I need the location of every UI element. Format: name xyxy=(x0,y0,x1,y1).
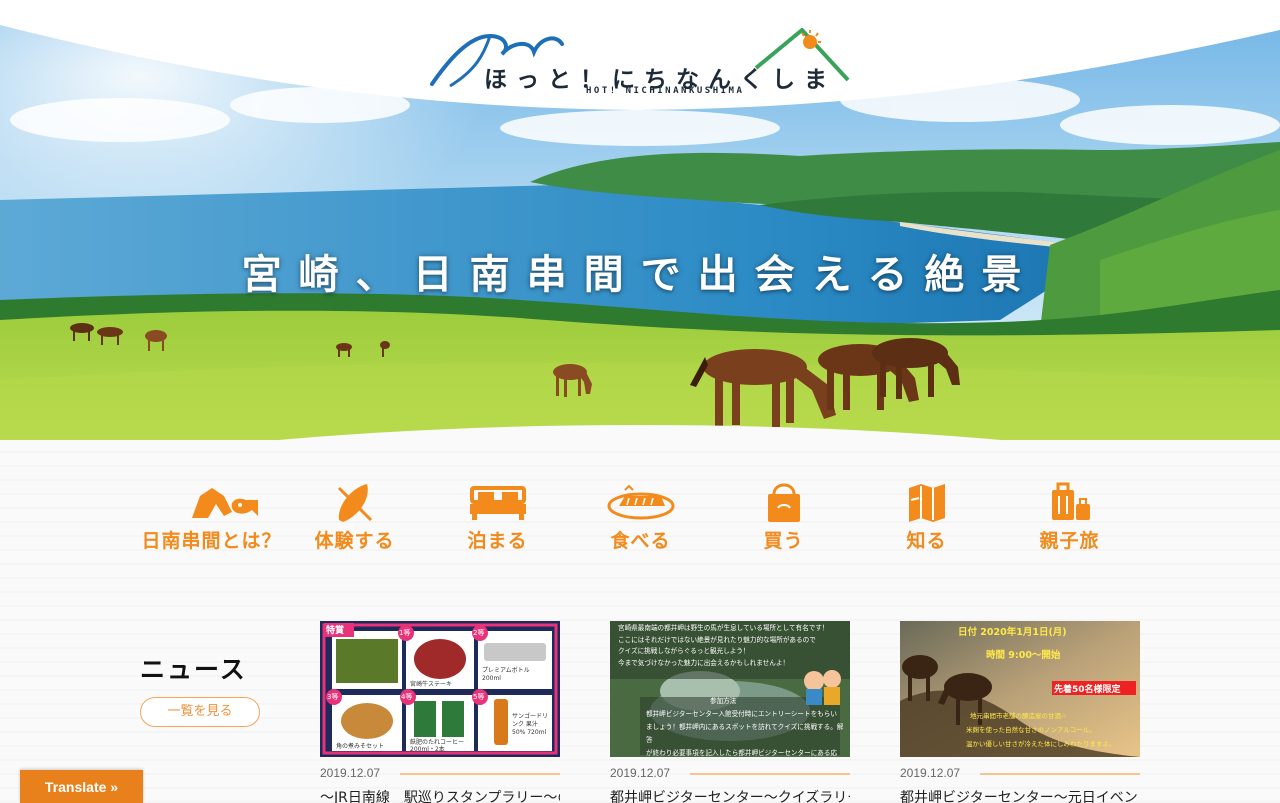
news-card[interactable]: 宮崎県最南端の都井岬は野生の馬が生息している場所として有名です！ ここにはそれだ… xyxy=(610,621,850,803)
divider xyxy=(690,773,850,775)
map-icon xyxy=(908,484,945,522)
thumb-caption: 飫肥のたれコーヒー 200ml・2本 xyxy=(410,739,465,753)
news-thumbnail: 宮崎県最南端の都井岬は野生の馬が生息している場所として有名です！ ここにはそれだ… xyxy=(610,621,850,757)
thumb-line: 都井岬ビジターセンター入館受付時にエントリーシートをもらい xyxy=(646,710,837,718)
news-date: 2019.12.07 xyxy=(610,766,671,780)
category-label: 泊まる xyxy=(467,530,528,552)
shopping-bag-icon xyxy=(767,483,800,522)
thumb-subheading: 参加方法 xyxy=(710,697,737,705)
hero-banner: ほっと！にちなんくしま HOT! NICHINANKUSHIMA 宮崎、日南串間… xyxy=(0,0,1280,480)
horse-fish-icon xyxy=(191,488,258,518)
thumb-badge: 1等 xyxy=(399,629,411,637)
translate-button[interactable]: Translate » xyxy=(20,770,143,803)
thumb-badge: 4等 xyxy=(401,693,413,701)
category-stay[interactable]: 泊まる xyxy=(426,482,569,570)
news-title[interactable]: 都井岬ビジターセンター〜元日イベント xyxy=(900,787,1140,803)
suitcase-icon xyxy=(1051,482,1090,520)
news-title[interactable]: 〜JR日南線 駅巡りスタンプラリー〜の xyxy=(320,787,560,803)
news-thumbnail: 特賞 1等 2等 3等 4等 5等 宮崎牛ステーキ プレミアムボトル 200ml… xyxy=(320,621,560,757)
logo-subtext: HOT! NICHINANKUSHIMA xyxy=(586,86,745,96)
category-know[interactable]: 知る xyxy=(855,482,998,570)
thumb-badge: 3等 xyxy=(327,693,339,701)
category-label: 知る xyxy=(906,530,947,552)
thumb-badge: 特賞 xyxy=(326,626,345,636)
thumb-caption: 角の煮みそセット xyxy=(336,743,385,750)
site-logo[interactable]: ほっと！にちなんくしま HOT! NICHINANKUSHIMA xyxy=(430,28,850,100)
thumb-caption: プレミアムボトル 200ml xyxy=(482,667,530,682)
news-heading: ニュース xyxy=(140,655,247,684)
divider xyxy=(400,773,560,775)
thumb-time-line: 時間 9:00〜開始 xyxy=(986,650,1061,661)
divider xyxy=(980,773,1140,775)
food-plate-icon xyxy=(607,484,674,520)
thumb-badge: 5等 xyxy=(473,693,485,701)
thumb-line: クイズに挑戦しながらぐるっと観光しよう！ xyxy=(618,647,750,656)
category-eat[interactable]: 食べる xyxy=(569,482,712,570)
thumb-line: 今まで気づけなかった魅力に出会えるかもしれませんよ！ xyxy=(618,658,790,667)
category-about[interactable]: 日南串間とは？ xyxy=(140,482,283,570)
bed-icon xyxy=(469,486,526,520)
category-label: 親子旅 xyxy=(1039,530,1100,552)
news-more-button[interactable]: 一覧を見る xyxy=(140,697,260,727)
category-nav: 日南串間とは？ 体験する 泊まる 食べる 買う 知る 親子旅 xyxy=(140,482,1140,572)
news-date: 2019.12.07 xyxy=(900,766,961,780)
thumb-caption: サンゴードリンク 果汁50% 720ml xyxy=(512,713,549,736)
category-label: 食べる xyxy=(610,530,671,552)
surfboard-icon xyxy=(337,484,372,522)
thumb-line: 米麹を使った自然な甘さのノンアルコール。 xyxy=(966,726,1096,734)
category-buy[interactable]: 買う xyxy=(712,482,855,570)
news-thumbnail: 日付 2020年1月1日(月) 時間 9:00〜開始 先着50名様限定 地元串間… xyxy=(900,621,1140,757)
category-experience[interactable]: 体験する xyxy=(283,482,426,570)
thumb-line: ここにはそれだけではない絶景が見れたり魅力的な場所があるので xyxy=(618,635,816,644)
thumb-line: 温かい優しい甘さが冷えた体にしみわたりますよ。 xyxy=(966,740,1116,748)
news-date: 2019.12.07 xyxy=(320,766,381,780)
thumb-caption: 宮崎牛ステーキ xyxy=(410,681,453,688)
category-label: 体験する xyxy=(314,530,395,552)
thumb-date-line: 日付 2020年1月1日(月) xyxy=(958,627,1067,638)
category-family-trip[interactable]: 親子旅 xyxy=(998,482,1141,570)
category-label: 日南串間とは？ xyxy=(141,530,282,552)
thumb-badge: 先着50名様限定 xyxy=(1054,685,1121,695)
news-card[interactable]: 特賞 1等 2等 3等 4等 5等 宮崎牛ステーキ プレミアムボトル 200ml… xyxy=(320,621,560,803)
category-label: 買う xyxy=(763,530,804,552)
hero-catchphrase: 宮崎、日南串間で出会える絶景 xyxy=(241,252,1039,298)
thumb-line: ましょう！都井岬内にあるスポットを訪れてクイズに挑戦する。解答 xyxy=(646,723,844,744)
thumb-line: 地元串間市老舗の醸造屋の甘酒☆ xyxy=(970,712,1067,720)
thumb-line: 宮崎県最南端の都井岬は野生の馬が生息している場所として有名です！ xyxy=(618,624,829,632)
thumb-line: が終わり必要事項を記入したら都井岬ビジターセンターにある応 xyxy=(646,749,838,757)
news-card[interactable]: 日付 2020年1月1日(月) 時間 9:00〜開始 先着50名様限定 地元串間… xyxy=(900,621,1140,803)
thumb-badge: 2等 xyxy=(473,629,485,637)
news-title[interactable]: 都井岬ビジターセンター〜クイズラリー xyxy=(610,787,850,803)
